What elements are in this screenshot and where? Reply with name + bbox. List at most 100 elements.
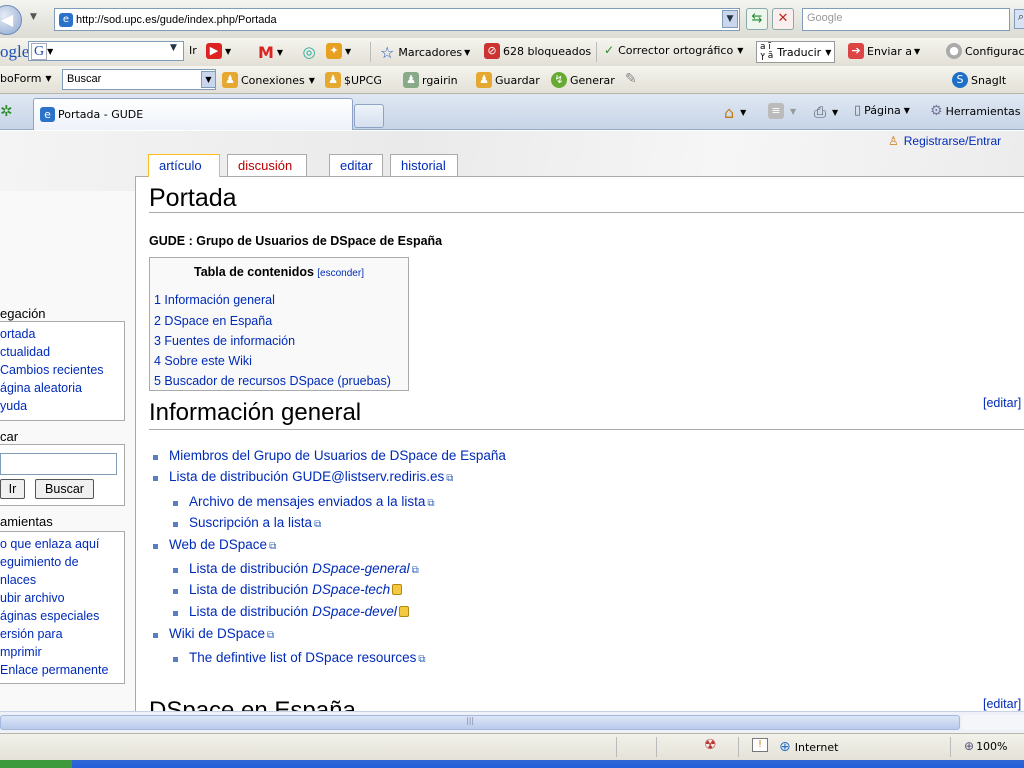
list-item[interactable]: Lista de distribución DSpace-tech (173, 582, 403, 597)
list-item[interactable]: The defintive list of DSpace resources ⧉ (173, 650, 426, 665)
toc-item[interactable]: 4 Sobre este Wiki (150, 351, 408, 371)
grip-icon: ||| (466, 716, 475, 725)
settings-button[interactable]: ● Configurac (946, 43, 1024, 59)
history-dropdown-icon[interactable]: ▼ (30, 12, 37, 22)
send-icon: ➔ (848, 43, 864, 59)
picasa-icon[interactable]: ◎ (300, 43, 318, 61)
search-go-icon[interactable]: ⌕ (1014, 9, 1024, 29)
new-tab-button[interactable] (354, 104, 384, 128)
roboform-search-dropdown-icon[interactable]: ▼ (201, 71, 216, 88)
list-item[interactable]: Suscripción a la lista ⧉ (173, 515, 321, 530)
stop-button[interactable]: ✕ (772, 8, 794, 30)
address-toolbar: ◀ ▼ e http://sod.upc.es/gude/index.php/P… (0, 0, 1024, 38)
nav-item-cambios[interactable]: Cambios recientes (0, 361, 124, 379)
tools-menu[interactable]: ⚙ Herramientas (930, 103, 1021, 119)
guardar-button[interactable]: ♟ Guardar (476, 72, 540, 88)
url-dropdown-icon[interactable]: ▼ (722, 10, 738, 28)
wiki-search-input[interactable] (0, 453, 117, 475)
settings-icon: ● (946, 43, 962, 59)
nav-item-portada[interactable]: ortada (0, 325, 124, 343)
bookmark-star-button[interactable]: ✦ ▼ (326, 43, 351, 59)
nav-item-actualidad[interactable]: ctualidad (0, 343, 124, 361)
list-item[interactable]: Web de DSpace ⧉ (153, 537, 276, 552)
search-go-button[interactable]: Ir (0, 479, 25, 499)
gear-icon: ⚙ (930, 103, 943, 119)
horizontal-scrollbar[interactable]: ||| (0, 711, 1024, 733)
gmail-button[interactable]: M ▼ (258, 43, 283, 62)
send-to-button[interactable]: ➔ Enviar a ▼ (848, 43, 920, 59)
search-field[interactable]: Google (802, 8, 1010, 31)
snagit-button[interactable]: S SnagIt (952, 72, 1006, 88)
list-item[interactable]: Wiki de DSpace ⧉ (153, 626, 274, 641)
security-zone[interactable]: ⊕ Internet (779, 739, 838, 755)
spellcheck-button[interactable]: ✓ Corrector ortográfico ▼ (604, 43, 743, 57)
google-ir-button[interactable]: Ir (189, 44, 197, 57)
translate-button[interactable]: a ĩץ ã Traducir ▼ (756, 41, 836, 63)
youtube-icon: ▶ (206, 43, 222, 59)
list-item[interactable]: Lista de distribución GUDE@listserv.redi… (153, 469, 453, 484)
feeds-button[interactable]: ≡ ▼ (768, 103, 796, 119)
back-button[interactable]: ◀ (0, 5, 22, 35)
tab-historial[interactable]: historial (390, 154, 458, 176)
toc-item[interactable]: 2 DSpace en España (150, 311, 408, 331)
tool-special-pages[interactable]: áginas especiales (0, 607, 124, 625)
section-edit-link[interactable]: [editar] (983, 396, 1021, 410)
favorites-star-icon[interactable]: ✲ (0, 102, 13, 120)
warning-icon[interactable]: ! (752, 738, 768, 752)
star-icon: ☆ (380, 43, 395, 62)
tool-upload[interactable]: ubir archivo (0, 589, 124, 607)
google-search-field[interactable]: G ▼ (28, 41, 184, 61)
scrollbar-thumb[interactable] (0, 715, 960, 730)
popup-blocker-button[interactable]: ⊘ 628 bloqueados (484, 43, 591, 59)
section-edit-link[interactable]: [editar] (983, 697, 1021, 711)
upcg-button[interactable]: ♟ $UPCG (325, 72, 382, 88)
zoom-level[interactable]: ⊕ 100% (964, 739, 1008, 753)
marcadores-button[interactable]: ☆ Marcadores ▼ (380, 43, 470, 62)
refresh-button[interactable]: ⇆ (746, 8, 768, 30)
scrollbar-track[interactable] (962, 715, 1024, 730)
tool-print-2[interactable]: mprimir (0, 643, 124, 661)
tool-related-changes-2[interactable]: nlaces (0, 571, 124, 589)
tab-discusion[interactable]: discusión (227, 154, 307, 176)
title-divider (149, 212, 1024, 213)
toc-item[interactable]: 3 Fuentes de información (150, 331, 408, 351)
conexiones-button[interactable]: ♟ Conexiones ▼ (222, 72, 315, 88)
section-heading: DSpace en España (149, 697, 356, 711)
toc-item[interactable]: 1 Información general (150, 290, 408, 310)
user-login-link[interactable]: ♙ Registrarse/Entrar (888, 134, 1001, 148)
toc-hide-link[interactable]: [esconder] (317, 268, 364, 279)
tab-articulo[interactable]: artículo (148, 154, 220, 177)
list-item[interactable]: Lista de distribución DSpace-general ⧉ (173, 561, 419, 576)
tool-permalink[interactable]: Enlace permanente (0, 661, 124, 679)
tab-editar[interactable]: editar (329, 154, 383, 176)
roboform-menu[interactable]: boForm ▼ (0, 72, 52, 85)
rss-icon: ≡ (768, 103, 784, 119)
search-button[interactable]: Buscar (35, 479, 94, 499)
list-item[interactable]: Archivo de mensajes enviados a la lista ⧉ (173, 494, 435, 509)
print-button[interactable]: ⎙ ▼ (814, 103, 838, 121)
tab-portada[interactable]: e Portada - GUDE (33, 98, 353, 130)
url-field[interactable]: e http://sod.upc.es/gude/index.php/Porta… (54, 8, 740, 31)
generar-button[interactable]: ↯ Generar (551, 72, 615, 88)
roboform-search-field[interactable]: Buscar (62, 69, 216, 90)
nav-heading: egación (0, 306, 46, 321)
list-item[interactable]: Lista de distribución DSpace-devel (173, 604, 409, 619)
user-icon: ♙ (888, 134, 899, 148)
nav-item-ayuda[interactable]: yuda (0, 397, 124, 415)
tool-related-changes[interactable]: eguimiento de (0, 553, 124, 571)
pencil-icon[interactable]: ✎ (625, 71, 637, 87)
search-portlet: Ir Buscar (0, 444, 125, 506)
toc-item[interactable]: 5 Buscador de recursos DSpace (pruebas) (150, 371, 408, 391)
tool-whatlinkshere[interactable]: o que enlaza aquí (0, 535, 124, 553)
list-item[interactable]: Miembros del Grupo de Usuarios de DSpace… (153, 448, 506, 463)
tool-print[interactable]: ersión para (0, 625, 124, 643)
gadget-icon: ✦ (326, 43, 342, 59)
home-button[interactable]: ⌂ ▼ (724, 103, 746, 122)
nav-item-aleatoria[interactable]: ágina aleatoria (0, 379, 124, 397)
google-dropdown-icon[interactable]: ▼ (170, 43, 177, 53)
youtube-button[interactable]: ▶ ▼ (206, 43, 231, 59)
rgairin-button[interactable]: ♟ rgairin (403, 72, 458, 88)
page-menu[interactable]: ▯ Página ▼ (854, 103, 910, 118)
start-button[interactable] (0, 760, 72, 768)
privacy-icon[interactable]: ☢ (704, 737, 717, 753)
